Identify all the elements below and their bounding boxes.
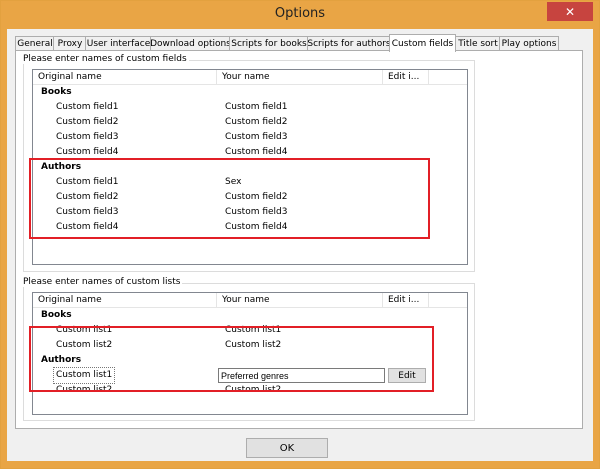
close-button[interactable]: ✕ — [547, 2, 593, 21]
dialog-client: General Proxy User interface Download op… — [7, 29, 593, 461]
original-name-cell: Custom field4 — [56, 147, 119, 157]
original-name-cell: Custom field3 — [56, 132, 119, 142]
original-name-cell: Custom list2 — [56, 340, 113, 347]
original-name-cell: Custom list1 — [52, 367, 116, 384]
ok-button[interactable]: OK — [246, 438, 328, 458]
tab-proxy[interactable]: Proxy — [53, 36, 87, 51]
original-name-cell: Custom field3 — [56, 207, 119, 217]
section-header-row: Authors — [33, 160, 467, 175]
group-legend: Please enter names of custom fields — [23, 54, 189, 64]
original-name-cell: Custom field1 — [56, 102, 119, 112]
column-edit[interactable]: Edit i... — [383, 70, 429, 84]
column-original-name[interactable]: Original name — [33, 70, 217, 84]
tab-general[interactable]: General — [15, 36, 55, 51]
table-row[interactable]: Custom field4 Custom field4 — [33, 220, 467, 235]
table-row[interactable]: Custom field3 Custom field3 — [33, 130, 467, 145]
tab-user-interface[interactable]: User interface — [85, 36, 152, 51]
table-row[interactable]: Custom list1 Custom list1 — [33, 323, 467, 338]
table-row[interactable]: Custom list2 Custom list2 — [33, 338, 467, 347]
your-name-cell[interactable]: Custom list2 — [225, 338, 281, 347]
title-bar[interactable]: Options ✕ — [1, 1, 599, 28]
column-your-name[interactable]: Your name — [217, 70, 383, 84]
section-header-row: Authors — [33, 353, 467, 368]
section-title-books: Books — [41, 310, 72, 320]
your-name-cell[interactable]: Custom field3 — [225, 130, 288, 145]
table-row[interactable]: Custom field2 Custom field2 — [33, 190, 467, 205]
section-title-authors: Authors — [41, 355, 82, 365]
your-name-cell[interactable]: Custom field4 — [225, 220, 288, 235]
preferred-genres-input[interactable] — [218, 368, 385, 383]
original-name-cell: Custom list1 — [56, 325, 113, 335]
tab-scripts-for-authors[interactable]: Scripts for authors — [307, 36, 391, 51]
tab-play-options[interactable]: Play options — [499, 36, 559, 51]
original-name-cell: Custom field1 — [56, 177, 119, 187]
section-title-books: Books — [41, 87, 72, 97]
column-edit[interactable]: Edit i... — [383, 293, 429, 307]
your-name-cell[interactable]: Custom field2 — [225, 115, 288, 130]
custom-lists-group: Please enter names of custom lists Origi… — [23, 277, 475, 421]
edit-button[interactable]: Edit — [388, 368, 426, 383]
your-name-cell[interactable]: Custom list1 — [225, 323, 281, 338]
section-header-row: Books — [33, 85, 467, 100]
original-name-cell: Custom list2 — [56, 385, 113, 395]
custom-fields-list[interactable]: Original name Your name Edit i... Books … — [32, 69, 468, 265]
column-original-name[interactable]: Original name — [33, 293, 217, 307]
table-row[interactable]: Custom field3 Custom field3 — [33, 205, 467, 220]
list-header: Original name Your name Edit i... — [33, 293, 467, 308]
table-row[interactable]: Custom field2 Custom field2 — [33, 115, 467, 130]
table-row[interactable]: Custom field1 Custom field1 — [33, 100, 467, 115]
your-name-cell[interactable]: Sex — [225, 175, 241, 190]
your-name-cell[interactable]: Custom field1 — [225, 100, 288, 115]
your-name-cell[interactable]: Custom field3 — [225, 205, 288, 220]
tab-download-options[interactable]: Download options — [150, 36, 231, 51]
custom-fields-panel: Please enter names of custom fields Orig… — [15, 50, 583, 429]
section-header-row: Books — [33, 308, 467, 323]
custom-lists-list[interactable]: Original name Your name Edit i... Books … — [32, 292, 468, 415]
your-name-cell[interactable]: Custom field2 — [225, 190, 288, 205]
tab-custom-fields[interactable]: Custom fields — [389, 34, 456, 52]
column-your-name[interactable]: Your name — [217, 293, 383, 307]
table-row[interactable]: Custom field1 Sex — [33, 175, 467, 190]
your-name-cell[interactable]: Custom list2 — [225, 383, 281, 398]
custom-fields-group: Please enter names of custom fields Orig… — [23, 54, 475, 272]
your-name-cell[interactable]: Custom field4 — [225, 145, 288, 160]
window-title: Options — [274, 6, 326, 21]
tab-title-sort[interactable]: Title sort — [455, 36, 501, 51]
original-name-cell: Custom field2 — [56, 192, 119, 202]
table-row[interactable]: Custom field4 Custom field4 — [33, 145, 467, 160]
close-icon: ✕ — [564, 4, 576, 19]
original-name-cell: Custom field2 — [56, 117, 119, 127]
tab-scripts-for-books[interactable]: Scripts for books — [229, 36, 309, 51]
options-window: Options ✕ General Proxy User interface D… — [0, 0, 600, 469]
list-header: Original name Your name Edit i... — [33, 70, 467, 85]
group-legend: Please enter names of custom lists — [23, 277, 183, 287]
original-name-cell: Custom field4 — [56, 222, 119, 232]
table-row[interactable]: Custom list2 Custom list2 — [33, 383, 467, 398]
section-title-authors: Authors — [41, 162, 82, 172]
